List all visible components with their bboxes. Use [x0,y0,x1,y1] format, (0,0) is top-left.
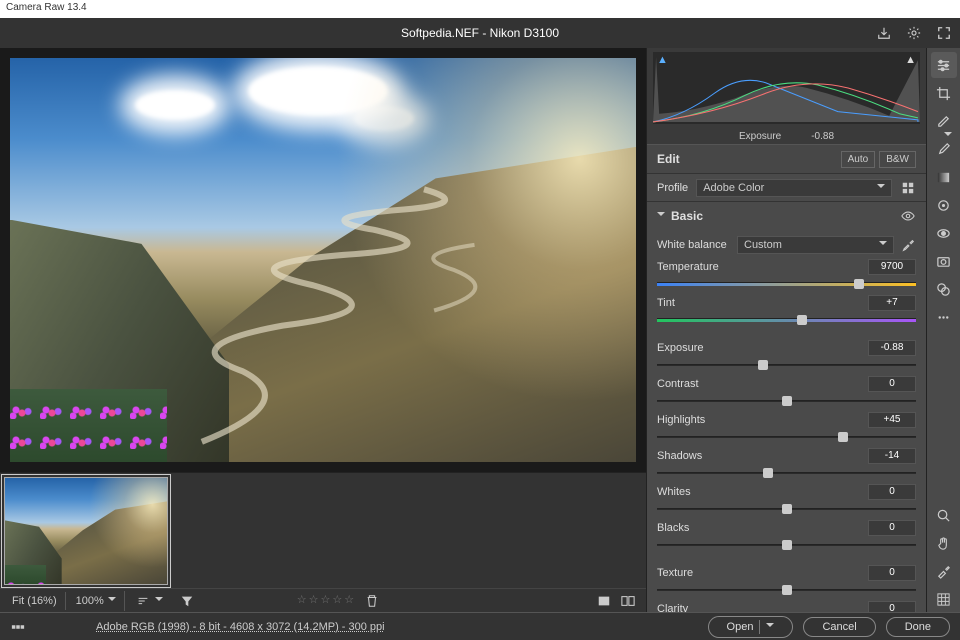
histogram-stat-label: Exposure [739,131,781,142]
filmstrip [0,472,646,588]
star-icon[interactable]: ☆ [297,593,307,609]
thumbnail[interactable] [4,477,168,585]
sort-icon[interactable] [135,593,151,609]
highlights-slider[interactable] [838,432,848,442]
settings-gear-icon[interactable] [906,25,922,41]
shadows-label: Shadows [657,450,737,462]
shadows-value[interactable]: -14 [868,448,916,464]
highlights-value[interactable]: +45 [868,412,916,428]
texture-slider[interactable] [782,585,792,595]
view-bar: Fit (16%) 100% ☆☆☆☆☆ [0,588,646,612]
filmstrip-toggle-icon[interactable] [10,619,26,635]
basic-panel-title[interactable]: Basic [671,209,703,223]
exposure-value[interactable]: -0.88 [868,340,916,356]
contrast-label: Contrast [657,378,737,390]
star-icon[interactable]: ☆ [309,593,319,609]
wb-select[interactable]: Custom [737,236,894,254]
highlights-label: Highlights [657,414,737,426]
hand-tool[interactable] [931,530,957,556]
filter-icon[interactable] [179,593,195,609]
radial-grad-tool[interactable] [931,192,957,218]
bw-button[interactable]: B&W [879,151,916,168]
whites-label: Whites [657,486,737,498]
edit-sliders-tool[interactable] [931,52,957,78]
fullscreen-icon[interactable] [936,25,952,41]
redeye-tool[interactable] [931,220,957,246]
histogram-stat-value: -0.88 [811,131,834,142]
zoom-select[interactable]: 100% [68,591,125,611]
grid-tool[interactable] [931,586,957,612]
visibility-eye-icon[interactable] [900,208,916,224]
chevron-down-icon[interactable] [657,209,665,223]
tint-label: Tint [657,297,737,309]
sampler-tool[interactable] [931,558,957,584]
eyedropper-icon[interactable] [900,237,916,253]
star-icon[interactable]: ☆ [321,593,331,609]
highlight-clip-icon[interactable]: ▲ [905,54,916,66]
save-icon[interactable] [876,25,892,41]
app-header: Softpedia.NEF - Nikon D3100 [0,18,960,48]
clarity-label: Clarity [657,603,737,613]
star-icon[interactable]: ☆ [344,593,354,609]
temperature-label: Temperature [657,261,737,273]
whites-value[interactable]: 0 [868,484,916,500]
profile-label: Profile [657,182,688,194]
open-button[interactable]: Open [708,616,794,638]
histogram-collapse-icon[interactable] [944,129,952,143]
blacks-slider[interactable] [782,540,792,550]
contrast-slider[interactable] [782,396,792,406]
shadow-clip-icon[interactable]: ▲ [657,54,668,66]
cancel-button[interactable]: Cancel [803,617,875,637]
temperature-value[interactable]: 9700 [868,259,916,275]
blacks-value[interactable]: 0 [868,520,916,536]
edit-title: Edit [657,152,680,166]
image-preview[interactable] [10,58,636,462]
profile-browser-icon[interactable] [900,180,916,196]
snapshot-tool[interactable] [931,248,957,274]
zoom-tool[interactable] [931,502,957,528]
preset-tool[interactable] [931,276,957,302]
single-view-icon[interactable] [596,593,612,609]
clarity-value[interactable]: 0 [868,601,916,613]
profile-select[interactable]: Adobe Color [696,179,892,197]
histogram[interactable]: ▲ ▲ [653,52,920,124]
exposure-label: Exposure [657,342,737,354]
fit-zoom-button[interactable]: Fit (16%) [4,592,66,610]
texture-value[interactable]: 0 [868,565,916,581]
star-icon[interactable]: ☆ [332,593,342,609]
trash-icon[interactable] [364,593,380,609]
tool-strip [926,48,960,612]
shadows-slider[interactable] [763,468,773,478]
workflow-options-link[interactable]: Adobe RGB (1998) - 8 bit - 4608 x 3072 (… [96,621,385,633]
blacks-label: Blacks [657,522,737,534]
linear-grad-tool[interactable] [931,164,957,190]
tint-value[interactable]: +7 [868,295,916,311]
crop-tool[interactable] [931,80,957,106]
footer-bar: Adobe RGB (1998) - 8 bit - 4608 x 3072 (… [0,612,960,640]
rating-stars[interactable]: ☆☆☆☆☆ [297,593,380,609]
contrast-value[interactable]: 0 [868,376,916,392]
tint-slider[interactable] [797,315,807,325]
whites-slider[interactable] [782,504,792,514]
exposure-slider[interactable] [758,360,768,370]
wb-label: White balance [657,239,737,251]
file-title: Softpedia.NEF - Nikon D3100 [401,26,559,40]
auto-button[interactable]: Auto [841,151,876,168]
done-button[interactable]: Done [886,617,950,637]
more-icon[interactable] [931,304,957,330]
texture-label: Texture [657,567,737,579]
compare-view-icon[interactable] [620,593,636,609]
os-titlebar: Camera Raw 13.4 [0,0,960,18]
temperature-slider[interactable] [854,279,864,289]
